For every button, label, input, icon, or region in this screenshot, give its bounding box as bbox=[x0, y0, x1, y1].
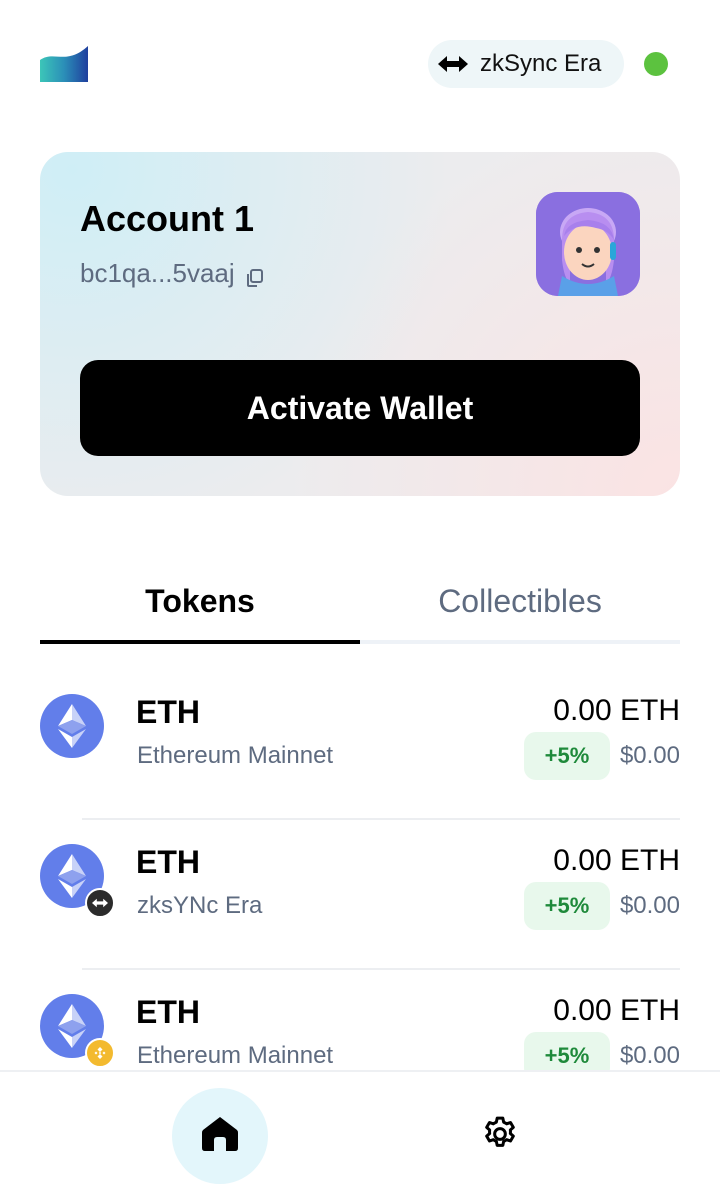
account-card: Account 1 bc1qa...5vaaj Activate Wallet bbox=[40, 152, 680, 496]
token-amount: 0.00 ETH bbox=[553, 694, 680, 727]
token-fiat-value: $0.00 bbox=[619, 1042, 680, 1069]
network-label: zkSync Era bbox=[480, 50, 602, 77]
token-row[interactable]: ETH zksYNc Era 0.00 ETH +5% $0.00 bbox=[40, 820, 680, 970]
zksync-icon bbox=[438, 54, 468, 74]
token-symbol: ETH bbox=[136, 844, 200, 880]
asset-tabs: Tokens Collectibles bbox=[40, 568, 680, 644]
ethereum-icon bbox=[40, 694, 104, 758]
zksync-icon bbox=[85, 888, 115, 918]
token-symbol: ETH bbox=[136, 694, 200, 730]
token-symbol: ETH bbox=[136, 994, 200, 1030]
token-amount: 0.00 ETH bbox=[553, 994, 680, 1027]
token-row[interactable]: ETH Ethereum Mainnet 0.00 ETH +5% $0.00 bbox=[40, 670, 680, 820]
account-address[interactable]: bc1qa...5vaaj bbox=[80, 258, 265, 289]
token-network: Ethereum Mainnet bbox=[137, 742, 334, 769]
tab-track bbox=[360, 640, 680, 644]
bnb-icon bbox=[85, 1038, 115, 1068]
active-tab-indicator bbox=[40, 640, 360, 644]
avatar[interactable] bbox=[536, 192, 640, 296]
account-address-text: bc1qa...5vaaj bbox=[80, 258, 235, 288]
token-network: zksYNc Era bbox=[137, 892, 263, 919]
network-selector[interactable]: zkSync Era bbox=[428, 40, 624, 88]
connection-status-dot bbox=[644, 52, 668, 76]
nav-settings-button[interactable] bbox=[452, 1088, 548, 1184]
gear-icon bbox=[480, 1114, 520, 1159]
token-fiat-value: $0.00 bbox=[619, 892, 680, 919]
home-icon bbox=[200, 1115, 240, 1158]
app-logo bbox=[40, 46, 88, 82]
price-change-badge: +5% bbox=[524, 732, 610, 780]
token-fiat-value: $0.00 bbox=[619, 742, 680, 769]
token-network: Ethereum Mainnet bbox=[137, 1042, 334, 1069]
token-amount: 0.00 ETH bbox=[553, 844, 680, 877]
price-change-badge: +5% bbox=[524, 882, 610, 930]
account-name: Account 1 bbox=[80, 198, 255, 239]
copy-icon[interactable] bbox=[245, 264, 265, 287]
nav-home-button[interactable] bbox=[172, 1088, 268, 1184]
bottom-navigation bbox=[0, 1070, 720, 1202]
tab-collectibles[interactable]: Collectibles bbox=[360, 568, 680, 640]
activate-wallet-button[interactable]: Activate Wallet bbox=[80, 360, 640, 456]
tab-tokens[interactable]: Tokens bbox=[40, 568, 360, 640]
